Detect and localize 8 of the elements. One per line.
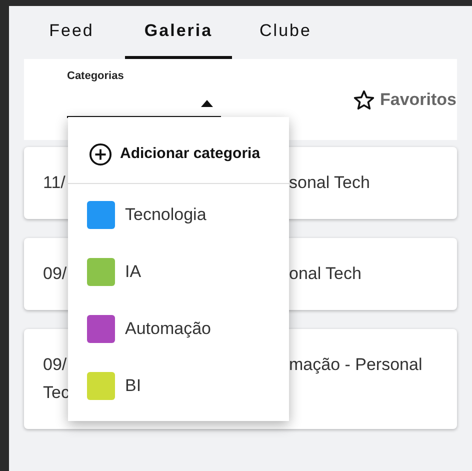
- field-label: Categorias: [67, 69, 125, 84]
- post-text: mação - Personal: [289, 354, 422, 376]
- post-text: onal Tech: [289, 263, 362, 285]
- post-text: 09/: [43, 263, 67, 285]
- post-text: sonal Tech: [289, 172, 370, 194]
- post-text: 11/: [43, 172, 66, 194]
- post-text: Tec: [43, 382, 70, 404]
- post-text: 09/: [43, 354, 67, 376]
